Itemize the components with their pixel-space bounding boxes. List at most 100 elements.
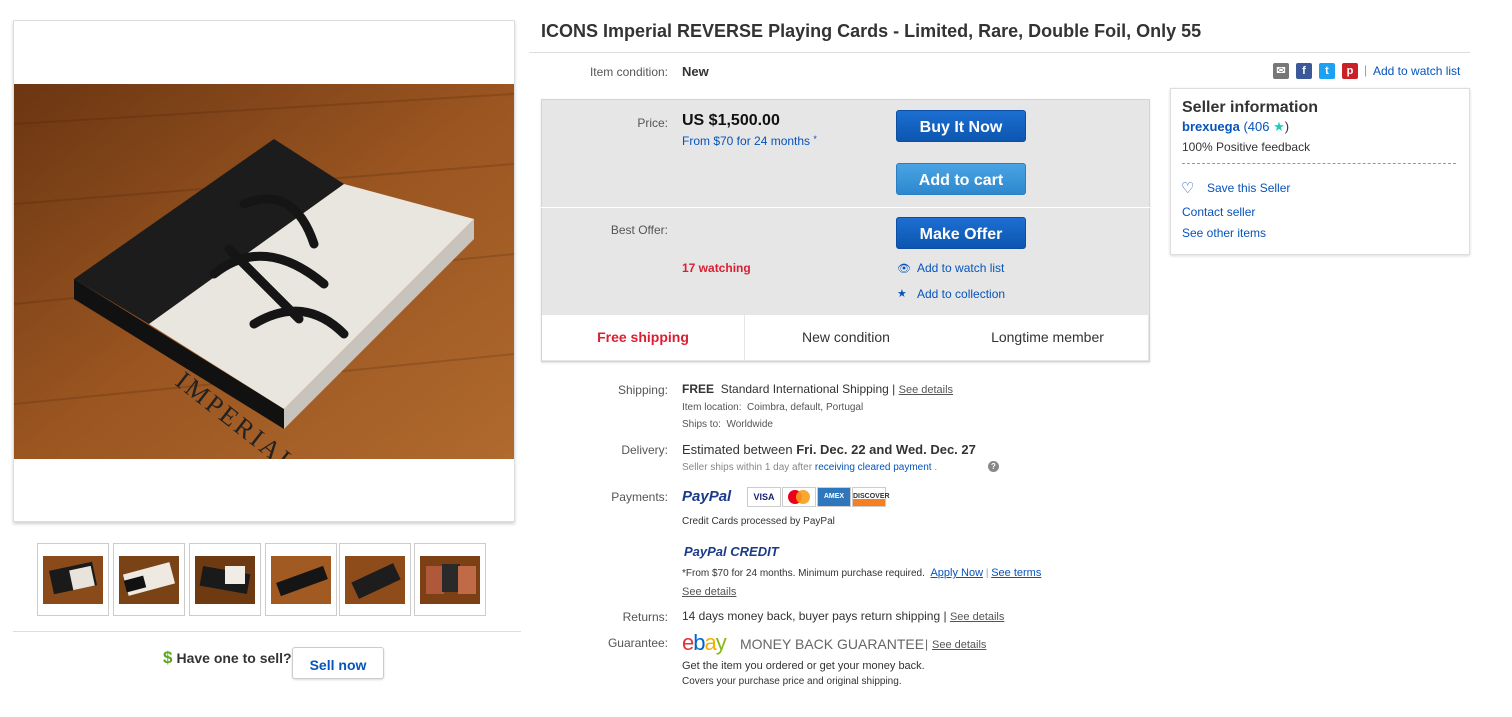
price-label: Price:	[637, 116, 668, 130]
apply-now-link[interactable]: Apply Now	[930, 567, 983, 579]
best-offer-label: Best Offer:	[610, 223, 668, 237]
item-location: Item location: Coimbra, default, Portuga…	[682, 402, 863, 413]
thumbnail-5[interactable]	[339, 543, 411, 616]
returns-label: Returns:	[622, 610, 668, 624]
delivery-prefix: Estimated between	[682, 442, 793, 457]
title-divider	[529, 52, 1470, 53]
facebook-share-icon[interactable]: f	[1296, 63, 1312, 79]
ebay-letter-e: e	[682, 630, 694, 655]
thumbnail-6[interactable]	[414, 543, 486, 616]
shipping-see-details-link[interactable]: See details	[899, 384, 953, 396]
location-value: Coimbra, default, Portugal	[747, 402, 864, 413]
watching-count: 17 watching	[682, 261, 751, 275]
ebay-logo: ebay	[682, 630, 727, 656]
credit-processed-text: Credit Cards processed by PayPal	[682, 516, 835, 527]
shipping-method: Standard International Shipping |	[720, 382, 896, 396]
seller-divider	[1182, 163, 1456, 164]
payments-label: Payments:	[611, 490, 668, 504]
pinterest-share-icon[interactable]: p	[1342, 63, 1358, 79]
seller-score-close: )	[1284, 119, 1290, 134]
shipping-free: FREE	[682, 382, 715, 396]
add-to-cart-button[interactable]: Add to cart	[896, 163, 1026, 195]
sell-prompt-text: Have one to sell?	[176, 650, 292, 666]
sell-prompt: $ Have one to sell?	[163, 648, 292, 668]
guarantee-see-details-link[interactable]: See details	[932, 639, 986, 651]
credit-terms-text: *From $70 for 24 months. Minimum purchas…	[682, 568, 925, 579]
feature-free-shipping: Free shipping	[542, 315, 744, 360]
guarantee-line-1: Get the item you ordered or get your mon…	[682, 660, 925, 672]
see-terms-link[interactable]: See terms	[991, 567, 1041, 579]
buy-it-now-button[interactable]: Buy It Now	[896, 110, 1026, 142]
help-icon[interactable]: ?	[988, 461, 999, 472]
feedback-star-icon: ★	[1273, 119, 1285, 134]
make-offer-button[interactable]: Make Offer	[896, 217, 1026, 249]
seller-name-row: brexuega (406 ★)	[1182, 119, 1289, 135]
share-separator: |	[1364, 63, 1368, 77]
paypal-credit-logo: PayPal CREDIT	[684, 544, 779, 559]
returns-see-details-link[interactable]: See details	[950, 611, 1004, 623]
contact-seller-link[interactable]: Contact seller	[1182, 205, 1255, 219]
ships-to-label: Ships to:	[682, 419, 721, 430]
payments-see-details-link[interactable]: See details	[682, 586, 736, 598]
location-label: Item location:	[682, 402, 742, 413]
save-seller-link[interactable]: Save this Seller	[1207, 181, 1290, 195]
ships-to: Ships to: Worldwide	[682, 419, 773, 430]
seller-heading: Seller information	[1182, 99, 1319, 116]
thumbnail-3[interactable]	[189, 543, 261, 616]
delivery-label: Delivery:	[621, 443, 668, 457]
money-back-guarantee: MONEY BACK GUARANTEE	[740, 636, 925, 652]
ebay-letter-a: a	[704, 630, 717, 655]
email-share-icon[interactable]: ✉	[1273, 63, 1289, 79]
sell-now-button[interactable]: Sell now	[292, 647, 384, 679]
eye-icon: 👁	[897, 263, 911, 275]
discover-icon: DISCOVER	[852, 487, 890, 507]
dollar-icon: $	[163, 648, 173, 667]
condition-label: Item condition:	[589, 65, 668, 79]
item-title: ICONS Imperial REVERSE Playing Cards - L…	[541, 21, 1202, 41]
seller-feedback: 100% Positive feedback	[1182, 140, 1311, 154]
guarantee-line-2: Covers your purchase price and original …	[682, 676, 902, 687]
header-add-to-watch-list-link[interactable]: Add to watch list	[1373, 64, 1460, 78]
thumbnail-4[interactable]	[265, 543, 337, 616]
ebay-letter-b: b	[693, 630, 705, 655]
delivery-note-prefix: Seller ships within 1 day after	[682, 462, 813, 473]
thumbnail-divider	[13, 631, 521, 632]
feature-new-condition: New condition	[745, 315, 947, 360]
see-other-items-link[interactable]: See other items	[1182, 226, 1266, 240]
twitter-share-icon[interactable]: t	[1319, 63, 1335, 79]
heart-icon[interactable]: ♡	[1181, 179, 1194, 197]
ships-to-value: Worldwide	[726, 419, 773, 430]
delivery-estimate: Estimated between Fri. Dec. 22 and Wed. …	[682, 442, 976, 457]
add-to-watch-list-link[interactable]: Add to watch list	[917, 261, 1004, 275]
delivery-note-suffix: .	[934, 462, 938, 473]
financing-asterisk: *	[813, 134, 817, 144]
main-product-photo[interactable]: IMPERIAL	[14, 84, 514, 459]
ebay-letter-y: y	[715, 630, 727, 655]
price-value: US $1,500.00	[682, 112, 780, 129]
seller-score[interactable]: (406	[1243, 119, 1269, 134]
returns-text: 14 days money back, buyer pays return sh…	[682, 609, 947, 623]
credit-terms: *From $70 for 24 months. Minimum purchas…	[682, 567, 1042, 579]
star-icon: ★	[897, 288, 907, 300]
feature-longtime-member: Longtime member	[947, 315, 1148, 360]
financing-link[interactable]: From $70 for 24 months	[682, 134, 810, 148]
shipping-row: FREE Standard International Shipping | S…	[682, 382, 953, 396]
delivery-dates: Fri. Dec. 22 and Wed. Dec. 27	[796, 442, 976, 457]
returns-row: 14 days money back, buyer pays return sh…	[682, 609, 1004, 623]
thumbnail-2[interactable]	[113, 543, 185, 616]
condition-value: New	[682, 64, 709, 79]
main-image-frame[interactable]: IMPERIAL	[13, 20, 515, 522]
thumbnail-1[interactable]	[37, 543, 109, 616]
mastercard-icon	[782, 487, 816, 507]
purchase-box-divider	[541, 207, 1150, 208]
shipping-label: Shipping:	[617, 383, 668, 397]
delivery-note: Seller ships within 1 day after receivin…	[682, 462, 937, 473]
paypal-logo: PayPal	[682, 488, 732, 505]
cleared-payment-link[interactable]: receiving cleared payment	[815, 462, 932, 473]
visa-icon: VISA	[747, 487, 781, 507]
amex-icon: AMEX	[817, 487, 851, 507]
add-to-collection-link[interactable]: Add to collection	[917, 287, 1005, 301]
seller-name-link[interactable]: brexuega	[1182, 119, 1240, 134]
financing-text: From $70 for 24 months *	[682, 134, 817, 148]
guarantee-separator: |	[925, 637, 929, 651]
